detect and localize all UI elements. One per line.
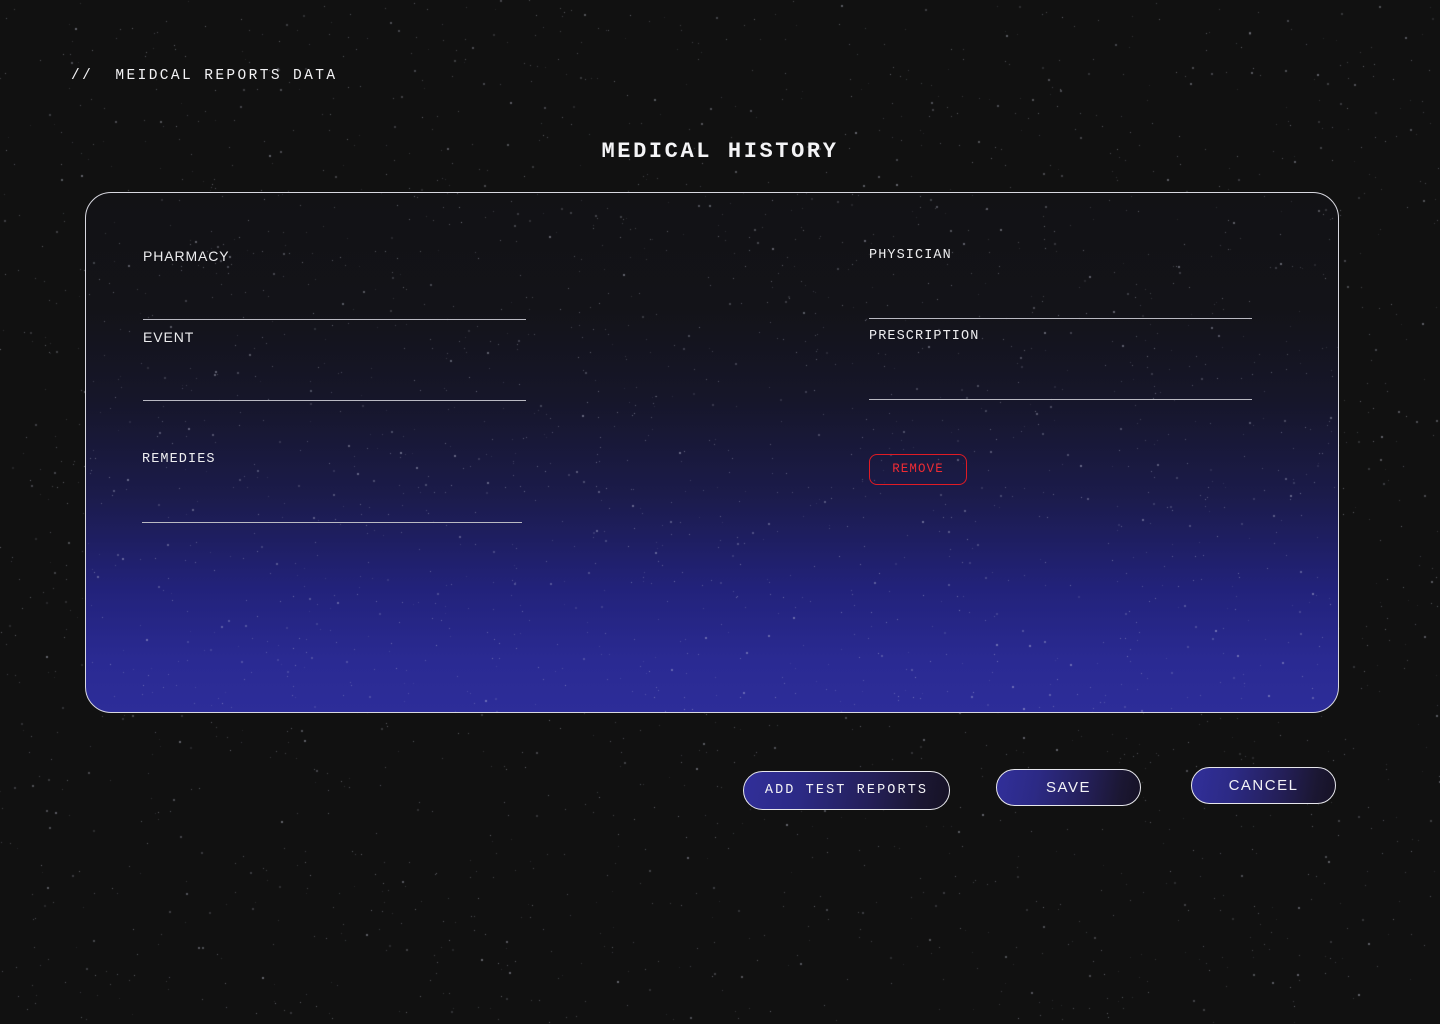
- input-wrap-physician: [869, 285, 1252, 319]
- field-label-event: EVENT: [143, 329, 195, 345]
- field-physician: PHYSICIAN: [869, 248, 1252, 319]
- prescription-input[interactable]: [869, 366, 1252, 400]
- field-label-prescription: PRESCRIPTION: [869, 329, 980, 344]
- field-remedies: REMEDIES: [142, 452, 522, 523]
- add-test-reports-button[interactable]: ADD TEST REPORTS: [743, 771, 950, 810]
- action-bar: ADD TEST REPORTS SAVE CANCEL: [0, 765, 1440, 835]
- event-input[interactable]: [143, 367, 526, 401]
- save-button[interactable]: SAVE: [996, 769, 1141, 806]
- page-title: MEDICAL HISTORY: [601, 139, 839, 164]
- breadcrumb: // MEIDCAL REPORTS DATA: [71, 68, 338, 84]
- physician-input[interactable]: [869, 285, 1252, 319]
- field-label-remedies: REMEDIES: [142, 452, 216, 467]
- input-wrap-event: [143, 367, 526, 401]
- field-event: EVENT: [143, 329, 526, 401]
- field-pharmacy: PHARMACY: [143, 248, 526, 320]
- remove-button[interactable]: REMOVE: [869, 454, 967, 485]
- remedies-input[interactable]: [142, 489, 522, 523]
- input-wrap-remedies: [142, 489, 522, 523]
- input-wrap-prescription: [869, 366, 1252, 400]
- field-label-physician: PHYSICIAN: [869, 248, 952, 263]
- cancel-button[interactable]: CANCEL: [1191, 767, 1336, 804]
- field-label-pharmacy: PHARMACY: [143, 248, 230, 264]
- pharmacy-input[interactable]: [143, 286, 526, 320]
- input-wrap-pharmacy: [143, 286, 526, 320]
- field-prescription: PRESCRIPTION: [869, 329, 1252, 400]
- medical-history-panel: PHARMACY EVENT REMEDIES PHYSICIAN PRESCR…: [85, 192, 1339, 713]
